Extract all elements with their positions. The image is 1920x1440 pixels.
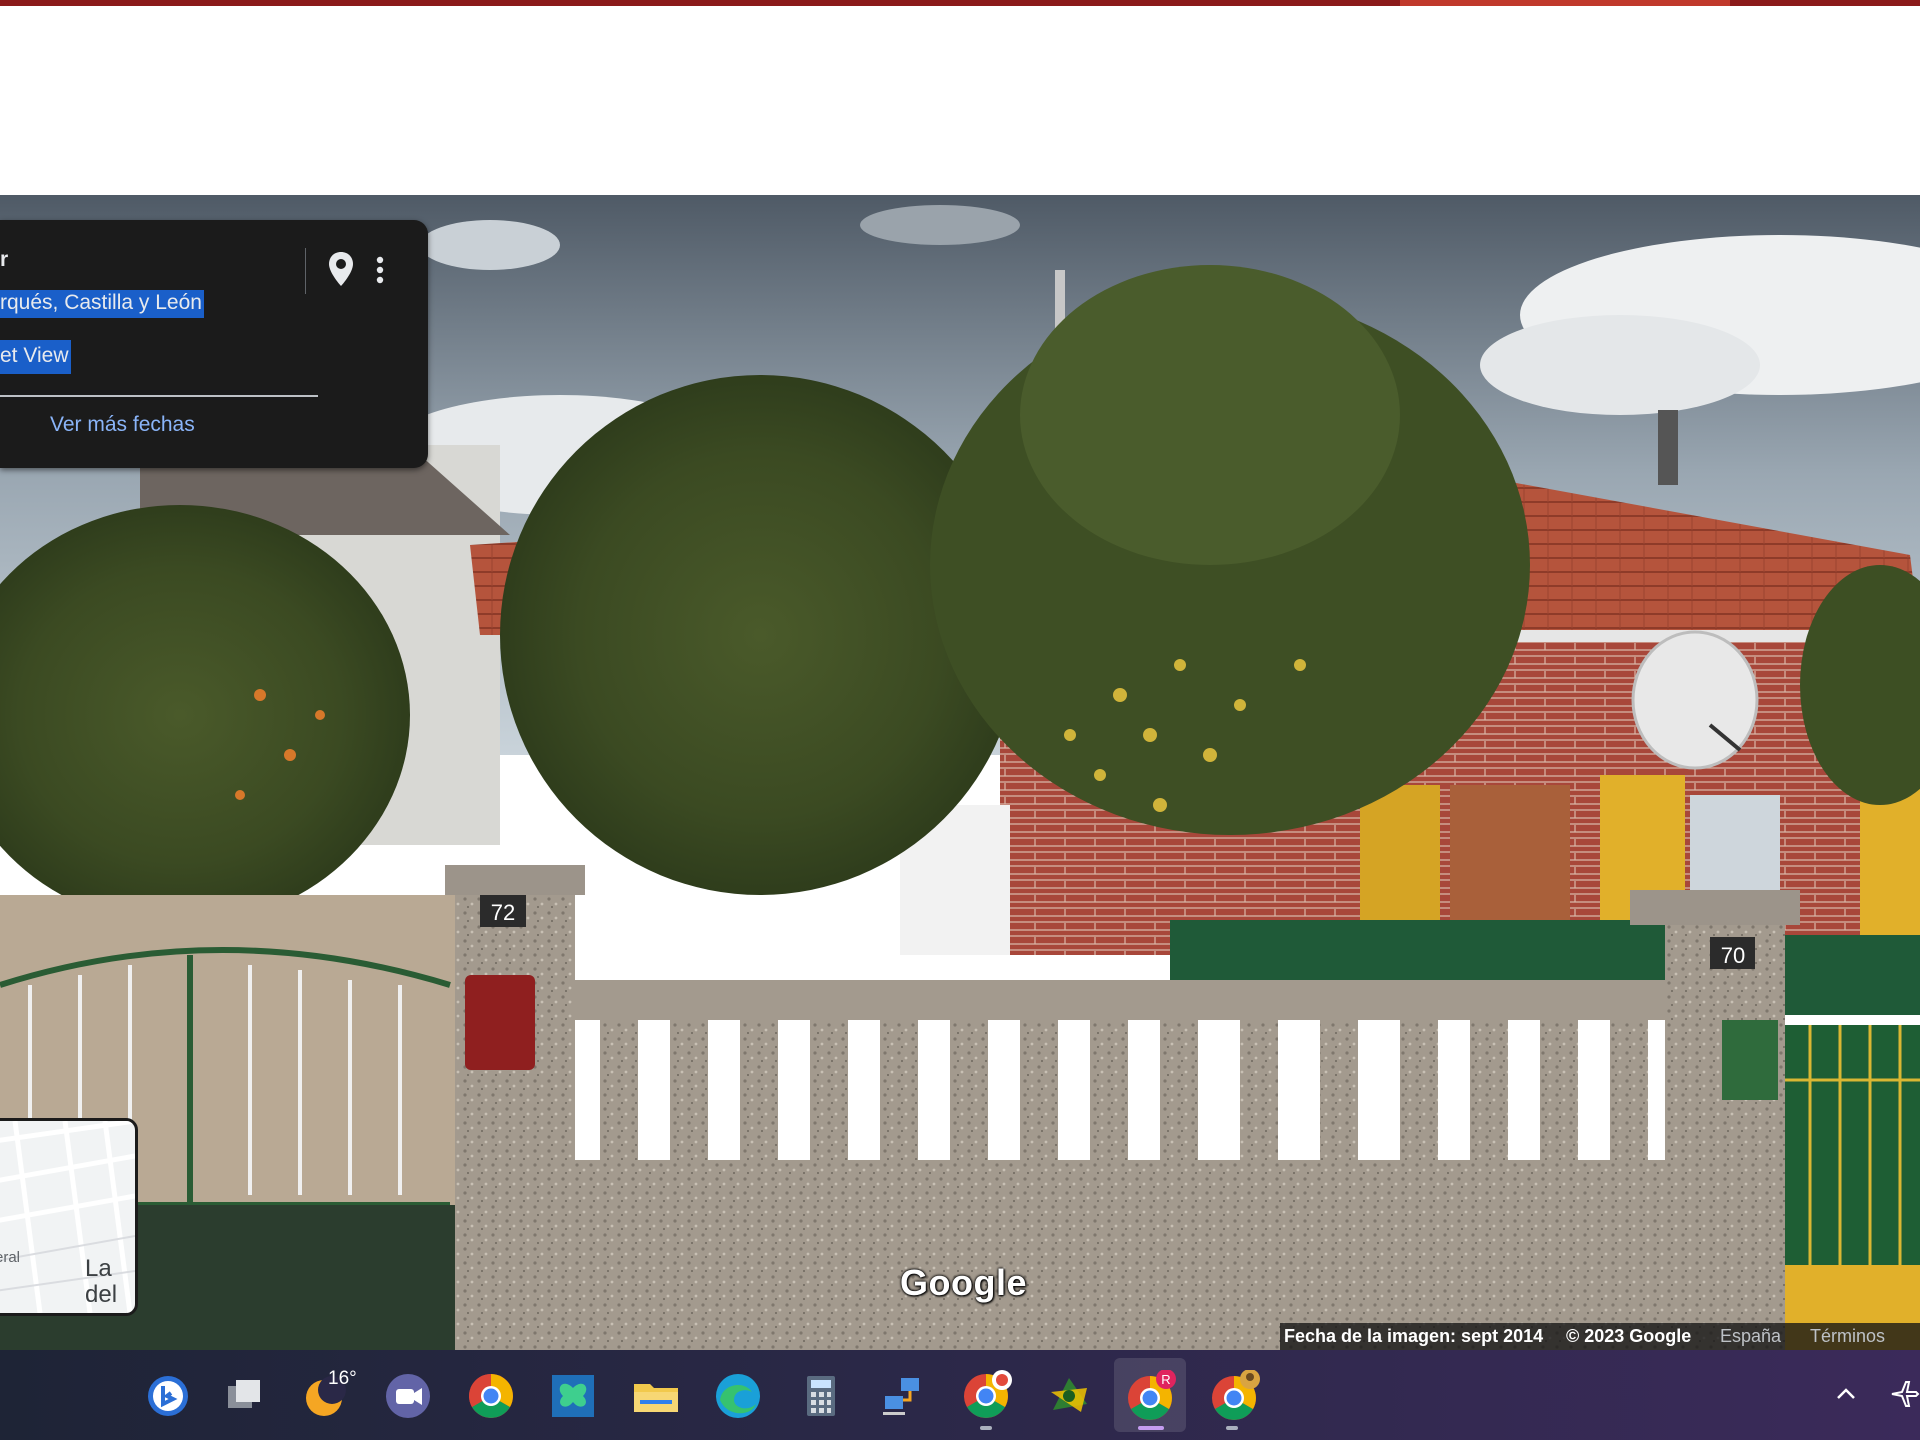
tray-chevron-up-icon[interactable] — [1832, 1380, 1860, 1408]
running-indicator — [1226, 1426, 1238, 1430]
file-explorer-icon[interactable] — [630, 1370, 682, 1422]
windows-taskbar: 16° R — [0, 1350, 1920, 1440]
house-number-right: 70 — [1721, 943, 1745, 968]
minimap-label-right: La del — [85, 1256, 117, 1308]
butterfly-app-icon[interactable] — [547, 1370, 599, 1422]
active-running-indicator — [1138, 1426, 1164, 1430]
chrome-r-profile-icon[interactable]: R — [1124, 1370, 1176, 1422]
card-separator — [305, 248, 306, 294]
chrome-alt-profile-icon[interactable] — [1208, 1370, 1260, 1422]
running-indicator — [980, 1426, 992, 1430]
card-divider — [0, 395, 318, 397]
chrome-icon[interactable] — [465, 1370, 517, 1422]
chrome-r-badge: R — [1161, 1372, 1170, 1387]
more-vert-icon[interactable] — [372, 250, 388, 290]
top-accent-bar — [0, 0, 1920, 6]
network-app-icon[interactable] — [877, 1370, 929, 1422]
house-number-left: 72 — [491, 900, 515, 925]
minimap[interactable]: eral La del — [0, 1118, 138, 1316]
chrome-profile-icon[interactable] — [960, 1370, 1012, 1422]
country-link[interactable]: España — [1720, 1326, 1781, 1347]
street-view-label: et View — [0, 340, 71, 374]
place-region: rqués, Castilla y León — [0, 290, 204, 318]
meet-icon[interactable] — [382, 1370, 434, 1422]
minimap-label-right-line2: del — [85, 1281, 118, 1308]
weather-temperature: 16° — [328, 1368, 357, 1389]
location-pin-icon[interactable] — [326, 250, 356, 290]
more-dates-link[interactable]: Ver más fechas — [50, 413, 195, 437]
spreadsheet-app-icon[interactable] — [1043, 1370, 1095, 1422]
bing-icon[interactable] — [142, 1370, 194, 1422]
image-date: Fecha de la imagen: sept 2014 — [1284, 1326, 1544, 1346]
google-watermark: Google — [900, 1262, 1027, 1303]
edge-icon[interactable] — [712, 1370, 764, 1422]
copyright-text: © 2023 Google — [1566, 1326, 1692, 1346]
street-view-info-card: r rqués, Castilla y León et View Ver más… — [0, 220, 428, 468]
place-title: r — [0, 248, 9, 271]
terms-link[interactable]: Términos — [1810, 1326, 1885, 1347]
minimap-label-right-line1: La — [85, 1255, 112, 1282]
attribution-bar: Fecha de la imagen: sept 2014 © 2023 Goo… — [1280, 1323, 1920, 1350]
calculator-icon[interactable] — [795, 1370, 847, 1422]
minimap-label-left: eral — [0, 1249, 21, 1266]
airplane-mode-icon[interactable] — [1888, 1378, 1920, 1410]
task-view-icon[interactable] — [218, 1370, 270, 1422]
